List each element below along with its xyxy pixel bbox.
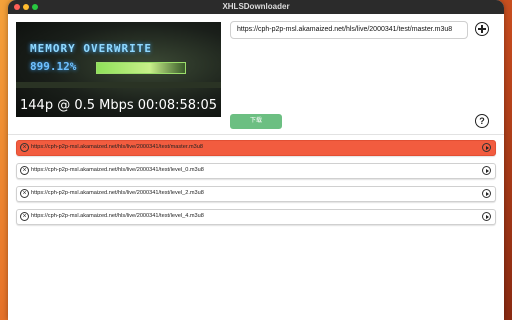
close-circle-icon[interactable]: × <box>20 212 29 221</box>
close-circle-icon[interactable]: × <box>20 166 29 175</box>
video-quality-label: 144p @ 0.5 Mbps <box>20 98 134 113</box>
close-circle-icon[interactable]: × <box>20 189 29 198</box>
list-item-url: https://cph-p2p-msl.akamaized.net/hls/li… <box>31 144 203 150</box>
plus-circle-icon[interactable] <box>475 22 489 36</box>
list-item[interactable]: × https://cph-p2p-msl.akamaized.net/hls/… <box>16 186 496 202</box>
list-item[interactable]: × https://cph-p2p-msl.akamaized.net/hls/… <box>16 163 496 179</box>
list-item[interactable]: × https://cph-p2p-msl.akamaized.net/hls/… <box>16 209 496 225</box>
url-list: × https://cph-p2p-msl.akamaized.net/hls/… <box>16 140 496 232</box>
main-content: MEMORY OVERWRITE 899.12% 144p @ 0.5 Mbps… <box>8 14 504 320</box>
list-item-url: https://cph-p2p-msl.akamaized.net/hls/li… <box>31 213 204 219</box>
divider <box>8 134 504 135</box>
download-button[interactable]: 下载 <box>230 114 282 129</box>
list-item[interactable]: × https://cph-p2p-msl.akamaized.net/hls/… <box>16 140 496 156</box>
preview-overlay-text: MEMORY OVERWRITE <box>30 42 152 55</box>
window-title: XHLSDownloader <box>222 2 290 11</box>
close-circle-icon[interactable]: × <box>20 143 29 152</box>
app-window: XHLSDownloader MEMORY OVERWRITE 899.12% … <box>8 0 504 320</box>
title-bar: XHLSDownloader <box>8 0 504 15</box>
play-circle-icon[interactable] <box>482 143 491 152</box>
play-circle-icon[interactable] <box>482 189 491 198</box>
url-input[interactable]: https://cph-p2p-msl.akamaized.net/hls/li… <box>230 21 468 39</box>
list-item-url: https://cph-p2p-msl.akamaized.net/hls/li… <box>31 190 204 196</box>
video-time-label: 00:08:58:05 <box>137 98 217 113</box>
list-item-url: https://cph-p2p-msl.akamaized.net/hls/li… <box>31 167 204 173</box>
play-circle-icon[interactable] <box>482 212 491 221</box>
video-preview[interactable]: MEMORY OVERWRITE 899.12% 144p @ 0.5 Mbps… <box>16 22 221 117</box>
play-circle-icon[interactable] <box>482 166 491 175</box>
preview-overlay-bar <box>96 62 186 74</box>
preview-overlay-percent: 899.12% <box>30 60 77 73</box>
question-circle-icon[interactable]: ? <box>475 114 489 128</box>
preview-stripe <box>16 82 221 88</box>
